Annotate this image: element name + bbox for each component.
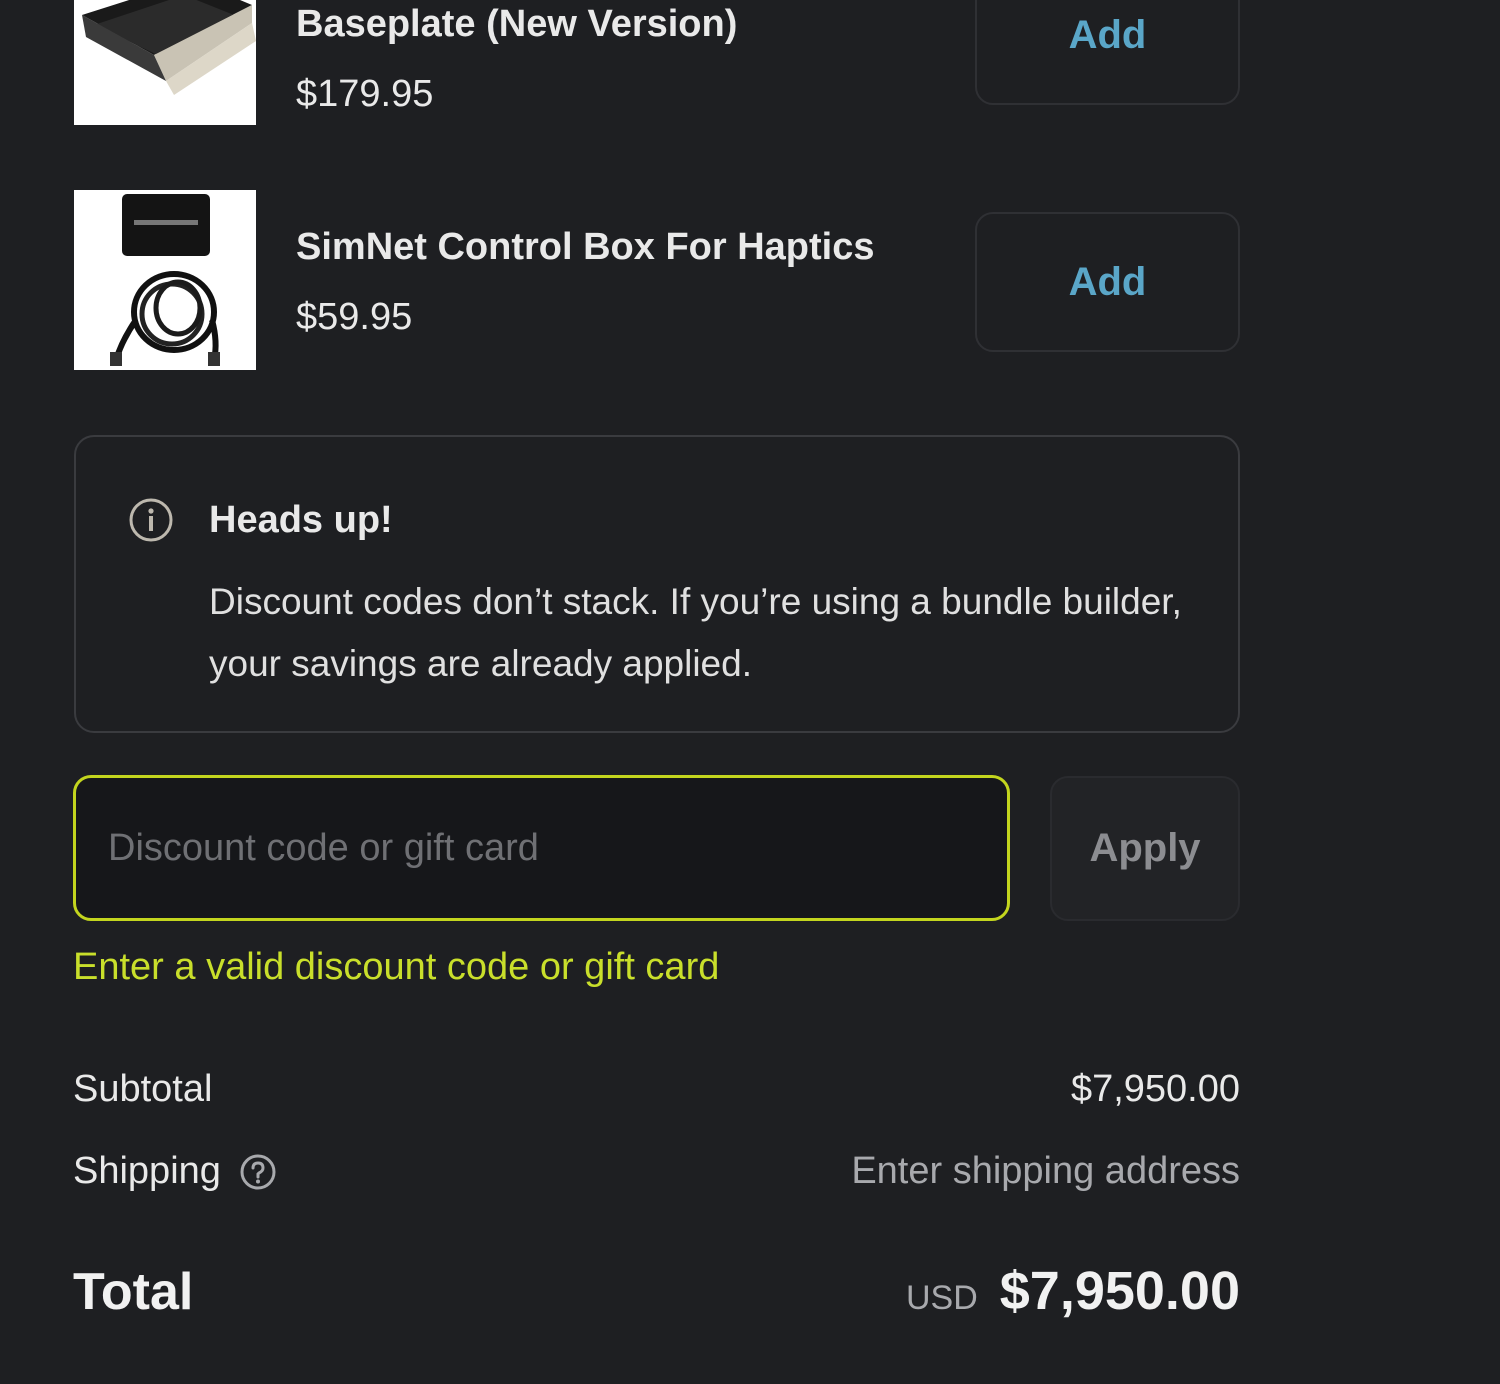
product-image-control-box (74, 190, 256, 370)
shipping-label: Shipping (73, 1150, 221, 1192)
upsell-item-control-box: SimNet Control Box For Haptics $59.95 Ad… (74, 190, 1240, 370)
checkout-summary: Baseplate (New Version) $179.95 Add SimN… (0, 0, 1500, 1384)
info-icon (128, 497, 174, 543)
apply-discount-button[interactable]: Apply (1050, 776, 1240, 921)
total-amount-group: USD $7,950.00 (906, 1260, 1240, 1322)
help-icon[interactable] (239, 1153, 277, 1191)
product-price: $179.95 (296, 73, 434, 115)
notice-title: Heads up! (209, 499, 393, 541)
product-image-baseplate (74, 0, 256, 125)
add-baseplate-button[interactable]: Add (975, 0, 1240, 105)
product-name: Baseplate (New Version) (296, 3, 738, 45)
subtotal-value: $7,950.00 (1070, 1068, 1240, 1110)
add-control-box-button[interactable]: Add (975, 212, 1240, 352)
currency-code: USD (905, 1279, 978, 1317)
notice-body: Discount codes don’t stack. If you’re us… (209, 581, 1182, 684)
total-label: Total (73, 1263, 194, 1321)
shipping-label-row: Shipping (73, 1150, 277, 1193)
discount-error-message: Enter a valid discount code or gift card (73, 946, 720, 988)
product-name: SimNet Control Box For Haptics (296, 226, 875, 268)
total-value: $7,950.00 (999, 1261, 1240, 1321)
discount-notice: Heads up! Discount codes don’t stack. If… (74, 435, 1240, 733)
upsell-item-baseplate: Baseplate (New Version) $179.95 Add (74, 0, 1240, 125)
product-price: $59.95 (296, 296, 413, 338)
subtotal-label: Subtotal (73, 1068, 213, 1110)
discount-code-input[interactable] (73, 775, 1010, 921)
shipping-value: Enter shipping address (851, 1150, 1240, 1192)
